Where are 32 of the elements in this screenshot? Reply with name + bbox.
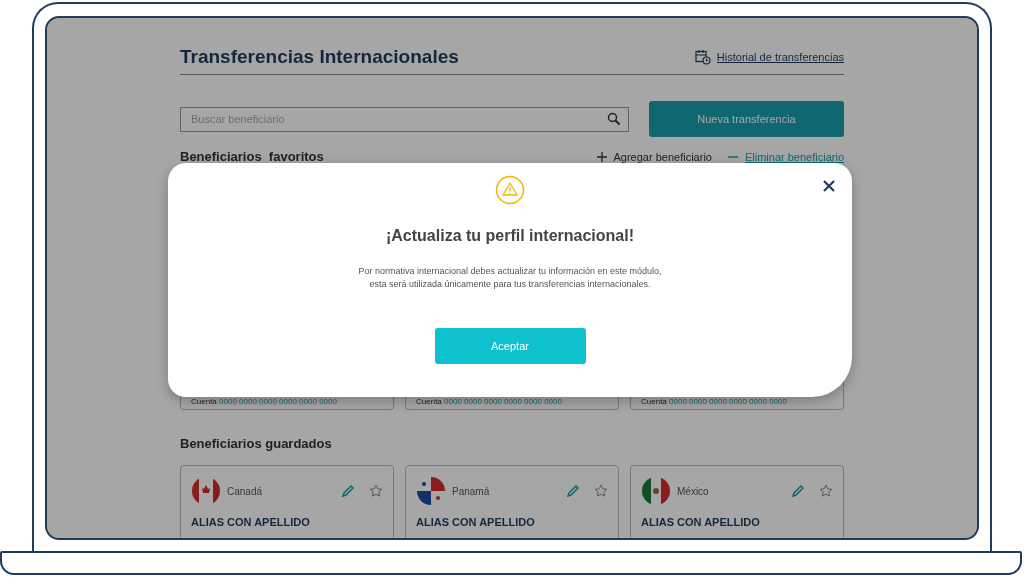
edit-icon[interactable] [566, 484, 580, 498]
account-number: Cuenta 0000 0000 0000 0000 0000 0000 [191, 397, 337, 406]
country-name: México [677, 485, 710, 497]
section-heading: Beneficiarios favoritos [180, 149, 324, 164]
beneficiary-alias: ALIAS CON APELLIDO [191, 516, 311, 528]
search-icon [607, 111, 621, 126]
edit-icon[interactable] [341, 484, 355, 498]
country-name: Canadá [227, 485, 264, 497]
star-icon[interactable] [819, 484, 833, 498]
star-icon[interactable] [594, 484, 608, 498]
add-beneficiary-link[interactable]: Agregar beneficiario [596, 150, 712, 163]
country-name: Panamá [452, 485, 491, 497]
panama-flag-icon [416, 476, 446, 506]
modal-message: Por normativa internacional debes actualizar tu información en este módulo, esta será utilizada únicamente para tus transferencias internacionales. [358, 265, 662, 291]
account-number: Cuenta 0000 0000 0000 0000 0000 0000 [416, 397, 562, 406]
warning-icon [495, 175, 525, 205]
accept-button[interactable]: Aceptar [434, 328, 586, 365]
mexico-flag-icon [641, 476, 671, 506]
beneficiary-alias: ALIAS CON APELLIDO [416, 516, 536, 528]
star-icon[interactable] [369, 484, 383, 498]
page-title: Transferencias Internacionales [180, 46, 459, 68]
plus-icon [596, 151, 607, 162]
account-number: Cuenta 0000 0000 0000 0000 0000 0000 [641, 397, 787, 406]
remove-beneficiary-link[interactable]: Eliminar beneficiario [727, 150, 844, 163]
modal-title: ¡Actualiza tu perfil internacional! [386, 227, 634, 245]
beneficiary-alias: ALIAS CON APELLIDO [641, 516, 761, 528]
new-transfer-button[interactable]: Nueva transferencia [649, 101, 844, 137]
history-link[interactable]: Historial de transferencias [716, 51, 844, 63]
edit-icon[interactable] [791, 484, 805, 498]
search-field[interactable]: Buscar beneficiario [180, 106, 629, 132]
section-heading: Beneficiarios guardados [180, 436, 333, 451]
calendar-clock-icon [694, 49, 711, 65]
